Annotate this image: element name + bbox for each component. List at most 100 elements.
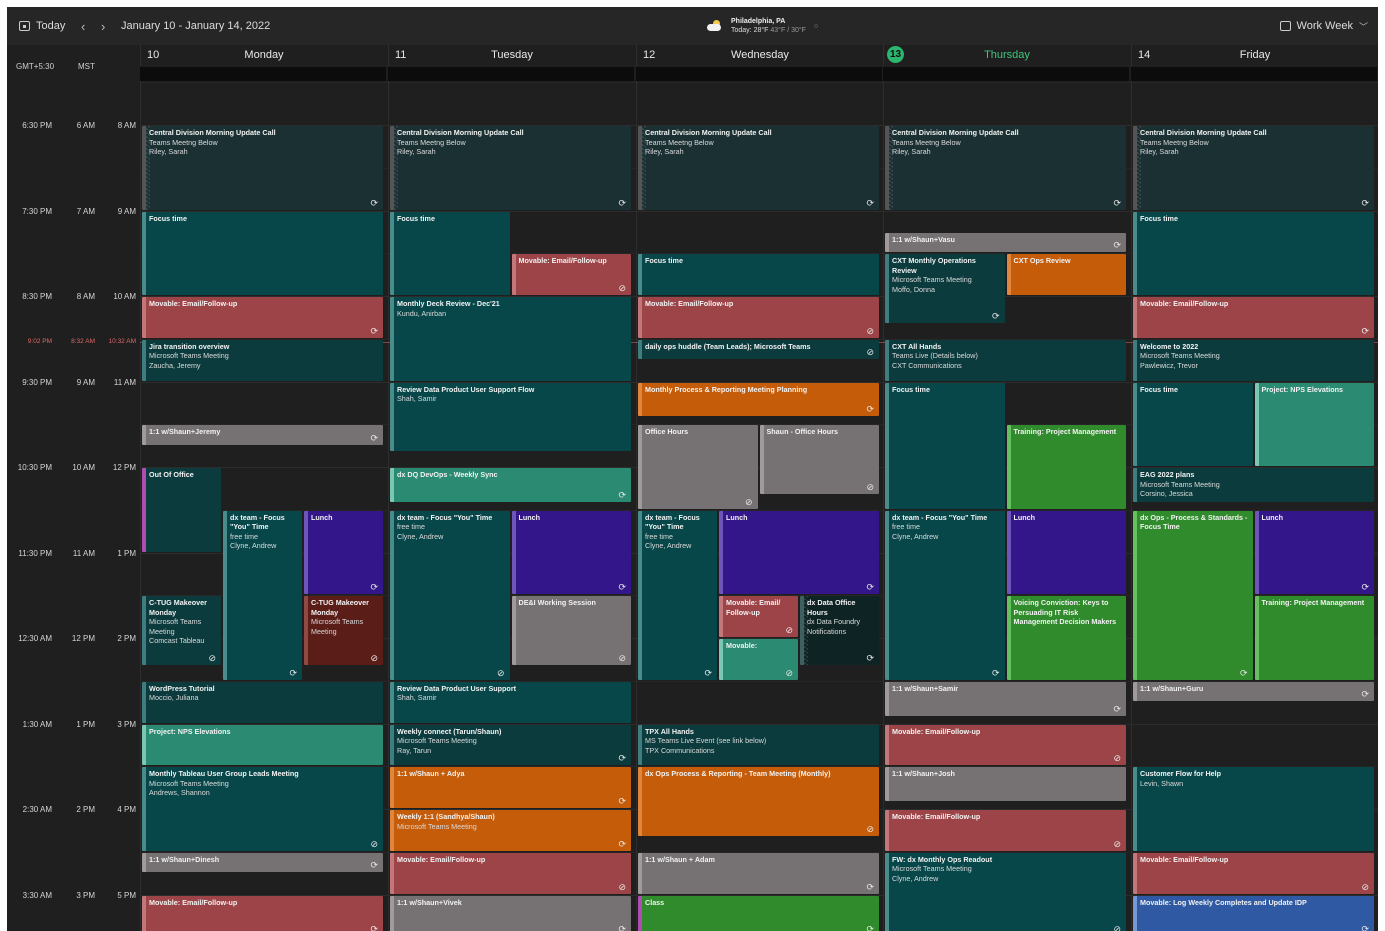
calendar-event[interactable]: Weekly 1:1 (Sandhya/Shaun) Microsoft Team…: [390, 810, 631, 851]
calendar-event[interactable]: 1:1 w/Shaun+Guru ⟳: [1133, 681, 1374, 702]
calendar-event[interactable]: Monthly Deck Review - Dec'21 Kundu, Anirb…: [390, 297, 631, 381]
prev-week-button[interactable]: ‹: [81, 7, 85, 45]
event-detail: TPX Communications: [645, 745, 715, 755]
calendar-event[interactable]: Out Of Office: [142, 468, 221, 552]
calendar-event[interactable]: Shaun - Office Hours ⊘: [759, 425, 879, 495]
weather-widget[interactable]: Philadelphia, PA Today: 28°F 43°F / 30°F…: [707, 7, 818, 45]
view-switcher[interactable]: Work Week ﹀: [1279, 7, 1368, 45]
calendar-event[interactable]: Lunch: [1006, 510, 1126, 595]
calendar-event[interactable]: FW: dx Monthly Ops Readout Microsoft Team…: [885, 852, 1126, 931]
calendar-event[interactable]: Customer Flow for Help Levin, Shawn: [1133, 767, 1374, 851]
calendar-event[interactable]: Movable: Email/Follow-up ⟳: [142, 895, 383, 931]
calendar-event[interactable]: TPX All Hands MS Teams Live Event (see li…: [638, 724, 879, 766]
next-week-button[interactable]: ›: [101, 7, 105, 45]
calendar-event[interactable]: 1:1 w/Shaun+Vasu ⟳: [885, 232, 1126, 253]
calendar-event[interactable]: dx team - Focus "You" Time free time Clyne…: [223, 510, 302, 680]
calendar-event[interactable]: 1:1 w/Shaun+Samir ⟳: [885, 681, 1126, 716]
calendar-event[interactable]: Movable: Email/Follow-up ⊘: [885, 724, 1126, 766]
all-day-row[interactable]: [1131, 67, 1377, 81]
day-header-friday[interactable]: 14 Friday: [1131, 45, 1378, 66]
calendar-event[interactable]: Movable: Email/Follow-up ⟳: [142, 297, 383, 338]
day-header-tuesday[interactable]: 11 Tuesday: [388, 45, 635, 66]
calendar-event[interactable]: dx team - Focus "You" Time free time Clyne…: [390, 510, 510, 680]
calendar-event[interactable]: Movable: Email/Follow-up ⊘: [885, 810, 1126, 851]
calendar-event[interactable]: Training: Project Management: [1254, 596, 1374, 680]
calendar-event[interactable]: Monthly Tableau User Group Leads Meeting…: [142, 767, 383, 851]
calendar-event[interactable]: 1:1 w/Shaun+Vivek ⟳: [390, 895, 631, 931]
calendar-event[interactable]: Weekly connect (Tarun/Shaun) Microsoft Te…: [390, 724, 631, 766]
calendar-event[interactable]: Welcome to 2022 Microsoft Teams Meeting Pa…: [1133, 339, 1374, 381]
calendar-event[interactable]: Project: NPS Elevations: [142, 724, 383, 766]
timezone-label-1[interactable]: GMT+5:30: [16, 62, 54, 71]
calendar-event[interactable]: C-TUG Makeover Monday Microsoft Teams Mee…: [304, 596, 383, 666]
calendar-event[interactable]: 1:1 w/Shaun + Adya ⟳: [390, 767, 631, 808]
calendar-event[interactable]: CXT All Hands Teams Live (Details below) C…: [885, 339, 1126, 381]
calendar-event[interactable]: dx Data Office Hours dx Data Foundry Noti…: [800, 596, 879, 666]
calendar-event[interactable]: Movable: Email/Follow-up ⊘: [511, 254, 631, 295]
calendar-event[interactable]: dx Ops Process & Reporting - Team Meetin…: [638, 767, 879, 837]
timezone-label-2[interactable]: MST: [78, 62, 95, 71]
calendar-event[interactable]: CXT Monthly Operations Review Microsoft T…: [885, 254, 1005, 324]
calendar-event[interactable]: Focus time: [638, 254, 879, 295]
calendar-event[interactable]: Focus time: [1133, 382, 1253, 466]
calendar-event[interactable]: Project: NPS Elevations: [1254, 382, 1374, 466]
event-title: 1:1 w/Shaun+Guru: [1140, 683, 1204, 693]
calendar-event[interactable]: Lunch ⟳: [719, 510, 879, 595]
event-detail: MS Teams Live Event (see link below): [645, 736, 767, 745]
calendar-event[interactable]: dx DQ DevOps - Weekly Sync ⟳: [390, 468, 631, 502]
calendar-event[interactable]: Focus time: [1133, 211, 1374, 295]
calendar-event[interactable]: dx team - Focus "You" Time free time Clyne…: [638, 510, 717, 680]
calendar-event[interactable]: Training: Project Management: [1006, 425, 1126, 509]
calendar-event[interactable]: WordPress Tutorial Moccio, Juliana: [142, 681, 383, 723]
day-header-thursday[interactable]: 13 Thursday: [883, 45, 1130, 66]
calendar-event[interactable]: Central Division Morning Update Call Team…: [885, 126, 1126, 210]
calendar-event[interactable]: Focus time: [390, 211, 510, 295]
calendar-event[interactable]: Lunch ⟳: [1254, 510, 1374, 595]
calendar-event[interactable]: Monthly Process & Reporting Meeting Plan…: [638, 382, 879, 417]
calendar-event[interactable]: Review Data Product User Support Flow Sha…: [390, 382, 631, 452]
event-title: Movable: Email/Follow-up: [149, 299, 238, 308]
calendar-event[interactable]: Central Division Morning Update Call Team…: [142, 126, 383, 210]
calendar-event[interactable]: Central Division Morning Update Call Team…: [638, 126, 879, 210]
day-header-wednesday[interactable]: 12 Wednesday: [636, 45, 883, 66]
calendar-event[interactable]: CXT Ops Review: [1006, 254, 1126, 295]
calendar-event[interactable]: Focus time: [142, 211, 383, 295]
calendar-event[interactable]: Movable: Email/Follow-up ⊘: [1133, 852, 1374, 894]
calendar-event[interactable]: dx team - Focus "You" Time free time Clyne…: [885, 510, 1005, 680]
event-title: Monthly Tableau User Group Leads Meeting: [149, 769, 299, 779]
day-header-monday[interactable]: 10 Monday: [140, 45, 387, 66]
calendar-event[interactable]: 1:1 w/Shaun+Josh: [885, 767, 1126, 802]
calendar-event[interactable]: Jira transition overview Microsoft Teams …: [142, 339, 383, 381]
calendar-event[interactable]: DE&I Working Session ⊘: [511, 596, 631, 666]
calendar-event[interactable]: Lunch ⟳: [304, 510, 383, 595]
calendar-event[interactable]: Movable: Email/Follow-up ⟳: [1133, 297, 1374, 338]
today-button[interactable]: Today: [19, 7, 65, 45]
calendar-event[interactable]: 1:1 w/Shaun + Adam ⟳: [638, 852, 879, 894]
all-day-row[interactable]: [388, 67, 634, 81]
calendar-event[interactable]: Movable: Email/Follow-up ⊘: [638, 297, 879, 338]
calendar-event[interactable]: Class ⟳: [638, 895, 879, 931]
calendar-event[interactable]: Central Division Morning Update Call Team…: [1133, 126, 1374, 210]
all-day-row[interactable]: [140, 67, 386, 81]
calendar-event[interactable]: 1:1 w/Shaun+Dinesh ⟳: [142, 852, 383, 873]
calendar-event[interactable]: Review Data Product User Support Shah, Sa…: [390, 681, 631, 723]
calendar-event[interactable]: Voicing Conviction: Keys to Persuading I…: [1006, 596, 1126, 680]
calendar-event[interactable]: daily ops huddle (Team Leads); Microsoft…: [638, 339, 879, 360]
all-day-row[interactable]: [883, 67, 1129, 81]
calendar-event[interactable]: Central Division Morning Update Call Team…: [390, 126, 631, 210]
calendar-event[interactable]: 1:1 w/Shaun+Jeremy ⟳: [142, 425, 383, 445]
calendar-event[interactable]: Movable: Email/ Follow-up ⊘: [719, 596, 798, 637]
all-day-row[interactable]: [636, 67, 882, 81]
calendar-event[interactable]: C-TUG Makeover Monday Microsoft Teams Mee…: [142, 596, 221, 666]
calendar-event[interactable]: Focus time: [885, 382, 1005, 509]
recurring-icon: ⟳: [1239, 667, 1248, 678]
calendar-event[interactable]: Movable: ⊘: [719, 639, 798, 680]
calendar-event[interactable]: Lunch ⟳: [511, 510, 631, 595]
calendar-event[interactable]: dx Ops - Process & Standards - Focus Tim…: [1133, 510, 1253, 680]
calendar-event[interactable]: EAG 2022 plans Microsoft Teams Meeting Cor…: [1133, 468, 1374, 502]
event-title: Central Division Morning Update Call: [1140, 128, 1267, 137]
calendar-event[interactable]: Movable: Log Weekly Completes and Update…: [1133, 895, 1374, 931]
calendar-event[interactable]: Movable: Email/Follow-up ⊘: [390, 852, 631, 894]
calendar-event[interactable]: Office Hours ⊘: [638, 425, 758, 509]
date-range-label[interactable]: January 10 - January 14, 2022: [121, 7, 270, 45]
